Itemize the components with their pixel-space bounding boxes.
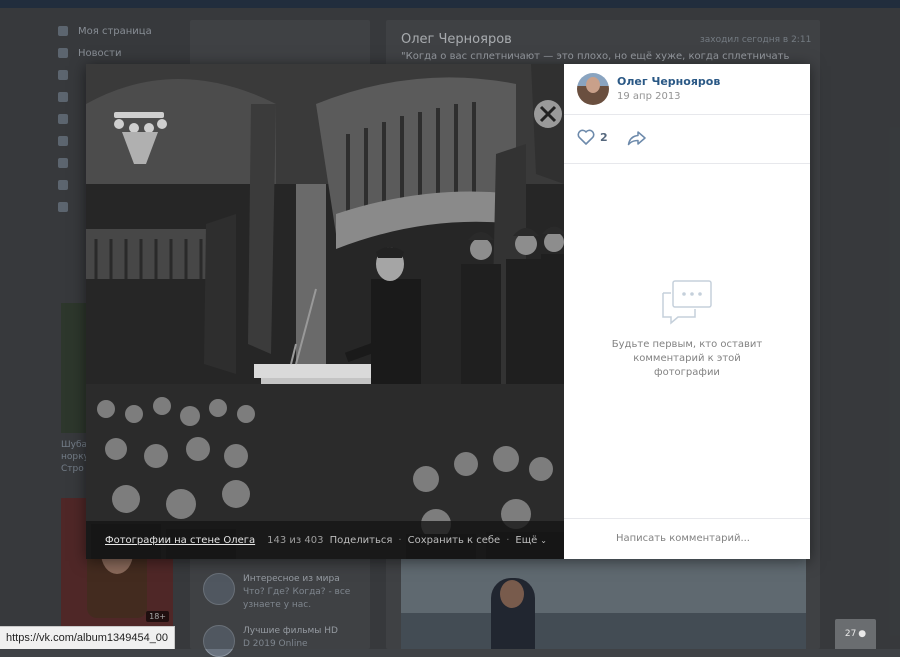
save-photo-button[interactable]: Сохранить к себе xyxy=(408,535,501,546)
separator: · xyxy=(506,534,510,546)
heart-icon xyxy=(577,129,595,145)
share-photo-button[interactable]: Поделиться xyxy=(330,535,393,546)
comment-box[interactable]: Написать комментарий... xyxy=(564,518,810,560)
like-button[interactable]: 2 xyxy=(577,129,608,145)
reactions-bar: 2 xyxy=(564,115,810,164)
like-count: 2 xyxy=(600,130,608,144)
photo-actions: Поделиться · Сохранить к себе · Ещё ⌄ xyxy=(330,535,547,546)
author-avatar[interactable] xyxy=(577,73,609,105)
photo-date[interactable]: 19 апр 2013 xyxy=(617,91,681,102)
comments-icon xyxy=(662,280,712,325)
more-label: Ещё xyxy=(515,534,538,546)
photo-image xyxy=(86,64,564,559)
chevron-down-icon: ⌄ xyxy=(540,535,547,545)
online-count: 27 xyxy=(844,629,857,639)
photo-counter: 143 из 403 xyxy=(267,534,324,546)
photo[interactable]: Фотографии на стене Олега 143 из 403 Под… xyxy=(86,64,564,559)
separator: · xyxy=(398,534,402,546)
share-arrow-icon xyxy=(627,131,646,146)
album-link[interactable]: Фотографии на стене Олега xyxy=(105,535,255,546)
photo-viewer: Фотографии на стене Олега 143 из 403 Под… xyxy=(86,64,810,559)
empty-comments-text: Будьте первым, кто оставит комментарий к… xyxy=(611,339,763,378)
author-header: Олег Чернояров 19 апр 2013 xyxy=(564,64,810,115)
avatar-face xyxy=(586,77,600,93)
author-name[interactable]: Олег Чернояров xyxy=(617,75,720,88)
photo-bottom-bar: Фотографии на стене Олега 143 из 403 Под… xyxy=(86,521,564,559)
comment-input[interactable]: Написать комментарий... xyxy=(616,533,750,544)
more-button[interactable]: Ещё ⌄ xyxy=(515,535,547,546)
online-counter[interactable]: 27 ● xyxy=(835,619,876,649)
photo-sidebar: Олег Чернояров 19 апр 2013 2 Будьте перв… xyxy=(564,64,810,559)
status-bar-url: https://vk.com/album1349454_00 xyxy=(0,626,176,649)
person-icon: ● xyxy=(858,629,867,639)
share-button[interactable] xyxy=(627,130,647,149)
empty-comments: Будьте первым, кто оставит комментарий к… xyxy=(564,279,810,380)
